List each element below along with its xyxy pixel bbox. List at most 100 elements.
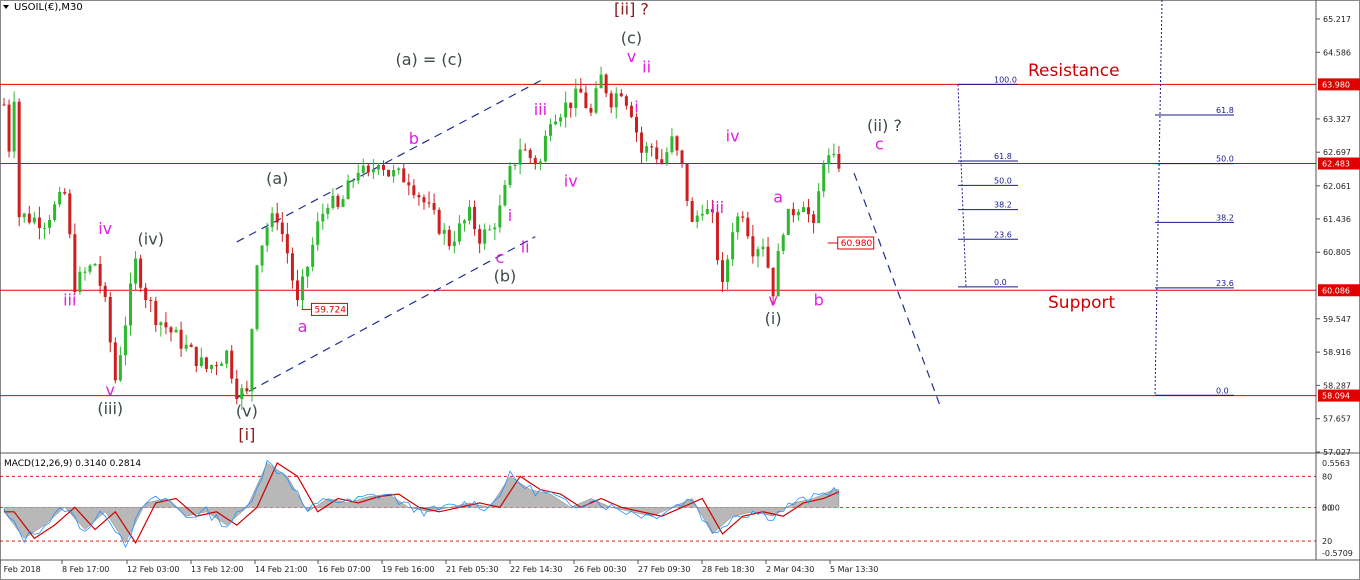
bull-candle [306,266,310,277]
bear-candle [579,88,583,93]
bull-candle [351,180,355,182]
resistance-label: Resistance [1028,61,1120,81]
bear-candle [417,195,421,198]
macd-scale-label: -0.5709 [1322,549,1353,558]
bear-candle [523,149,527,151]
wave-label: a [773,187,783,206]
bull-candle [761,246,765,250]
bull-candle [796,211,800,216]
bull-candle [78,271,82,293]
bull-candle [548,124,552,136]
bull-candle [199,357,203,366]
bull-candle [240,388,244,400]
bear-candle [402,168,406,183]
bull-candle [665,152,669,164]
bear-candle [655,147,659,160]
bear-candle [604,74,608,94]
time-tick-label: 7 Feb 2018 [0,565,41,574]
bear-candle [422,197,426,203]
bear-candle [609,93,613,108]
bear-candle [295,280,299,301]
wave-label: iii [534,100,547,119]
bear-candle [766,246,770,268]
bear-candle [650,146,654,148]
bear-candle [103,285,107,297]
bear-candle [108,296,112,343]
bear-candle [189,344,193,347]
bear-candle [690,200,694,222]
bull-candle [88,265,92,272]
bear-candle [154,300,158,326]
price-tick-label: 59.547 [1323,315,1351,324]
bear-candle [427,202,431,204]
bear-candle [473,206,477,230]
bull-candle [159,322,163,326]
bull-candle [442,229,446,234]
macd-title: MACD(12,26,9) 0.3140 0.2814 [4,459,141,469]
bull-candle [822,164,826,192]
wave-label: (i) [765,309,782,328]
time-tick-label: 12 Feb 03:00 [127,565,179,574]
bull-candle [118,355,122,381]
bull-candle [574,88,578,108]
bull-candle [260,245,264,266]
fib-level-label: 38.2 [994,201,1012,210]
time-tick-label: 21 Feb 05:30 [446,565,498,574]
bear-candle [751,236,755,257]
bear-candle [366,165,370,173]
bull-candle [346,180,350,200]
bull-candle [225,350,229,364]
wave-label: b [814,290,824,309]
chart-header: USOIL(€),M30 [3,2,83,13]
bear-candle [432,203,436,210]
bear-candle [280,222,284,235]
bull-candle [645,146,649,153]
bull-candle [695,215,699,222]
bull-candle [270,213,274,228]
bull-candle [341,199,345,207]
wave-label: iv [98,219,112,238]
bull-candle [700,213,704,216]
bull-candle [321,213,325,222]
bull-candle [12,101,16,152]
bull-candle [58,191,62,205]
bull-candle [554,121,558,125]
bear-candle [230,350,234,379]
bear-candle [407,182,411,186]
bull-candle [483,229,487,244]
price-chart[interactable]: USOIL(€),M30 63.980 62.483 60.086 58.094 65… [0,0,1360,580]
bull-candle [801,207,805,212]
bull-candle [827,155,831,165]
price-tick-label: 65.217 [1323,15,1351,24]
wave-label: v [106,380,115,399]
bear-candle [235,378,239,400]
bull-candle [503,184,507,206]
macd-scale-label: 80 [1322,472,1332,481]
bear-candle [73,234,77,293]
wave-label: (ii) ? [867,116,902,135]
bear-candle [837,153,841,169]
bull-candle [123,325,127,356]
bear-candle [533,158,537,164]
wave-label: iii [63,290,76,309]
time-tick-label: 8 Feb 17:00 [62,565,109,574]
bull-candle [786,208,790,235]
bull-candle [513,164,517,167]
price-tick-label: 58.287 [1323,381,1351,390]
fib-level-label: 61.8 [1216,106,1234,115]
bull-candle [174,329,178,333]
wave-label: (a) = (c) [395,50,462,69]
fib-level-label: 38.2 [1216,213,1234,222]
bull-candle [781,234,785,251]
wave-label: [i] [238,425,255,444]
price-tick-label: 57.657 [1323,415,1351,424]
wave-label: c [495,248,504,267]
bull-candle [134,258,138,284]
wave-label: (iv) [138,230,164,249]
price-tick-label: 58.916 [1323,348,1351,357]
bull-candle [594,88,598,113]
bull-candle [559,117,563,122]
bear-candle [437,209,441,234]
bear-candle [68,193,72,235]
bear-candle [680,150,684,164]
